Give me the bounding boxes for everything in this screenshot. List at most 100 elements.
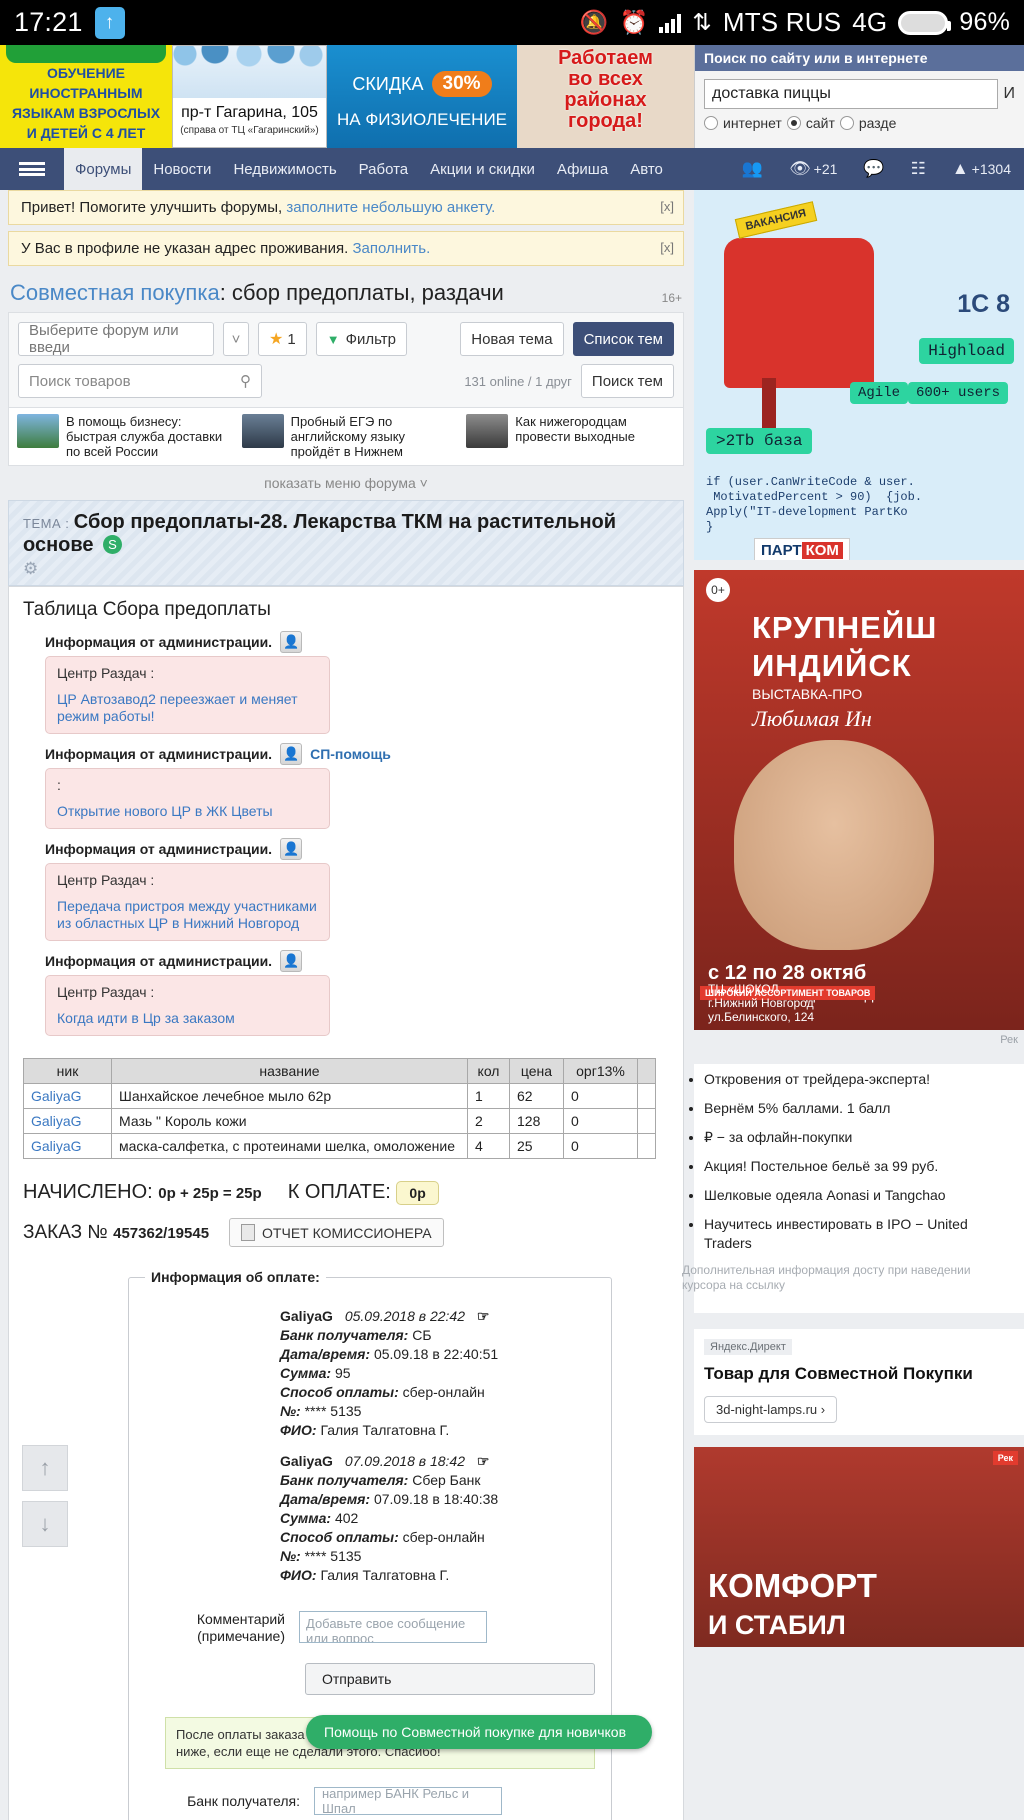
payment-2-dt-label: Дата/время:	[280, 1491, 371, 1507]
ad-job-partkom[interactable]: ВАКАНСИЯ 1С 8 Highload Agile 600+ users …	[694, 190, 1024, 560]
banner-language-school[interactable]: ОБУЧЕНИЕ ИНОСТРАННЫМ ЯЗЫКАМ ВЗРОСЛЫХ И Д…	[0, 45, 172, 148]
topic-list-button[interactable]: Список тем	[572, 322, 674, 356]
comment-textarea[interactable]: Добавьте свое сообщение или вопрос	[299, 1611, 487, 1643]
payment-1-card-value: **** 5135	[304, 1403, 362, 1419]
help-floating-button[interactable]: Помощь по Совместной покупке для новичко…	[306, 1715, 653, 1749]
radio-site-label: сайт	[805, 115, 835, 131]
nav-item-news[interactable]: Новости	[142, 148, 222, 190]
friends-icon[interactable]: 👥	[729, 148, 776, 190]
yandex-direct-title[interactable]: Товар для Совместной Покупки	[704, 1363, 1014, 1384]
filter-button[interactable]: ▼ Фильтр	[315, 322, 407, 356]
radio-internet[interactable]	[704, 116, 718, 130]
admin-message-4-link[interactable]: Когда идти в Цр за заказом	[57, 1010, 318, 1027]
nav-item-realty[interactable]: Недвижимость	[222, 148, 347, 190]
forum-select[interactable]: Выберите форум или введи	[18, 322, 214, 356]
list-item[interactable]: Откровения от трейдера-эксперта!	[704, 1070, 1014, 1089]
row-3-nick[interactable]: GaliyaG	[23, 1133, 112, 1159]
new-topic-button[interactable]: Новая тема	[460, 322, 564, 356]
list-item[interactable]: Научитесь инвестировать в IPO − United T…	[704, 1215, 1014, 1253]
gear-icon[interactable]: ⚙	[23, 559, 669, 579]
show-forum-menu-toggle[interactable]: показать меню форума ˅	[8, 466, 684, 500]
news-item-3[interactable]: Как нижегородцам провести выходные	[458, 408, 683, 465]
search-topics-button[interactable]: Поиск тем	[580, 364, 674, 398]
notice-survey-close[interactable]: [x]	[660, 199, 674, 214]
admin-message-1-who[interactable]: Центр Раздач :	[57, 665, 318, 681]
payment-2-method: Способ оплаты: сбер-онлайн	[280, 1528, 595, 1547]
banner-physio-discount[interactable]: СКИДКА 30% НА ФИЗИОЛЕЧЕНИЕ	[327, 45, 517, 148]
scroll-down-button[interactable]: ↓	[22, 1501, 68, 1547]
ad-comfort[interactable]: Рек КОМФОРТ И СТАБИЛ	[694, 1447, 1024, 1647]
row-3-nick-link[interactable]: GaliyaG	[31, 1138, 82, 1154]
nav-item-work[interactable]: Работа	[348, 148, 420, 190]
payment-2-dt: Дата/время: 07.09.18 в 18:40:38	[280, 1490, 595, 1509]
watch-eye-icon[interactable]: 👁 +21	[776, 148, 850, 190]
yandex-direct-domain-chip[interactable]: 3d-night-lamps.ru ›	[704, 1396, 838, 1423]
payment-1-header: GaliyaG 05.09.2018 в 22:42 ☞	[280, 1307, 595, 1326]
app-root: 17:21 ↑ 🔕 ⏰ ⇅ MTS RUS 4G 96% ОБУЧЕНИЕ ИН…	[0, 0, 1024, 1820]
admin-message-2-author-link[interactable]: СП-помощь	[310, 746, 391, 762]
notice-address-link[interactable]: Заполнить.	[352, 240, 430, 257]
col-kol: кол	[467, 1058, 510, 1084]
commissioner-report-button[interactable]: ОТЧЕТ КОМИССИОНЕРА	[229, 1218, 444, 1247]
ad-indian-expo[interactable]: 0+ КРУПНЕЙШ ИНДИЙСК ВЫСТАВКА-ПРО Любимая…	[694, 570, 1024, 1030]
radio-section[interactable]	[839, 116, 854, 130]
list-item[interactable]: Шелковые одеяла Aonasi и Tangchao	[704, 1186, 1014, 1205]
accrued-value: 0р + 25р = 25р	[158, 1185, 262, 1202]
site-search-input[interactable]: доставка пиццы	[704, 79, 998, 109]
order-number-block: ЗАКАЗ № 457362/19545	[23, 1222, 209, 1244]
nav-item-forums[interactable]: Форумы	[64, 148, 143, 190]
row-1-name: Шанхайское лечебное мыло 62р	[111, 1083, 468, 1109]
battery-icon	[898, 10, 952, 35]
payment-2-user[interactable]: GaliyaG	[280, 1453, 333, 1469]
payment-2-method-value: сбер-онлайн	[402, 1529, 485, 1545]
list-item[interactable]: Вернём 5% баллами. 1 балл	[704, 1099, 1014, 1118]
payment-1-card-label: №:	[280, 1403, 301, 1419]
payment-1-dt: Дата/время: 05.09.18 в 22:40:51	[280, 1345, 595, 1364]
admin-message-2-link[interactable]: Открытие нового ЦР в ЖК Цветы	[57, 803, 318, 820]
payment-1-user[interactable]: GaliyaG	[280, 1308, 333, 1324]
news-item-2[interactable]: Пробный ЕГЭ по английскому языку пройдёт…	[234, 408, 459, 465]
payment-1-bank-label: Банк получателя:	[280, 1327, 409, 1343]
apps-icon[interactable]: ☷	[898, 148, 939, 190]
bank-receiver-input[interactable]: например БАНК Рельс и Шпал	[314, 1786, 502, 1816]
favorites-button[interactable]: ★ 1	[258, 322, 307, 356]
payment-1-datetime: 05.09.2018 в 22:42	[344, 1308, 466, 1324]
hamburger-icon[interactable]	[0, 148, 64, 190]
row-1-nick[interactable]: GaliyaG	[23, 1083, 112, 1109]
admin-message-4-who[interactable]: Центр Раздач :	[57, 984, 318, 1000]
col-extra	[637, 1058, 656, 1084]
notice-survey-link[interactable]: заполните небольшую анкету.	[286, 199, 495, 216]
sp-rest: : сбор предоплаты, раздачи	[219, 280, 504, 305]
scroll-up-button[interactable]: ↑	[22, 1445, 68, 1491]
payment-2-card: №: **** 5135	[280, 1547, 595, 1566]
chevron-down-icon[interactable]: ˅	[223, 322, 249, 356]
admin-2-who-suffix: :	[57, 777, 61, 793]
row-2-nick[interactable]: GaliyaG	[23, 1108, 112, 1134]
radio-site[interactable]	[786, 116, 801, 130]
admin-message-3-link[interactable]: Передача пристроя между участниками из о…	[57, 898, 318, 932]
nav-item-auto[interactable]: Авто	[619, 148, 674, 190]
nav-item-afisha[interactable]: Афиша	[546, 148, 619, 190]
sp-link[interactable]: Совместная покупка	[10, 280, 220, 305]
row-1-nick-link[interactable]: GaliyaG	[31, 1088, 82, 1104]
rating-icon[interactable]: ▲ +1304	[939, 148, 1024, 190]
banner-line-3: ЯЗЫКАМ ВЗРОСЛЫХ	[11, 105, 161, 121]
data-transfer-icon: ⇅	[692, 9, 712, 35]
row-2-nick-link[interactable]: GaliyaG	[31, 1113, 82, 1129]
notice-address-close[interactable]: [x]	[660, 240, 674, 255]
admin-message-1-link[interactable]: ЦР Автозавод2 переезжает и меняет режим …	[57, 691, 318, 725]
banner-work-districts[interactable]: Работаем во всех районах города!	[517, 45, 694, 148]
payment-1-bank: Банк получателя: СБ	[280, 1326, 595, 1345]
banner-gagarina-address[interactable]: пр-т Гагарина, 105 (справа от ТЦ «Гагари…	[172, 45, 327, 148]
list-item[interactable]: ₽ − за офлайн-покупки	[704, 1128, 1014, 1147]
list-item[interactable]: Акция! Постельное бельё за 99 руб.	[704, 1157, 1014, 1176]
messages-icon[interactable]: 💬	[850, 148, 897, 190]
send-button[interactable]: Отправить	[305, 1663, 595, 1695]
row-1-org: 0	[563, 1083, 638, 1109]
admin-message-3-who[interactable]: Центр Раздач :	[57, 872, 318, 888]
search-goods-input[interactable]: Поиск товаров ⚲	[18, 364, 262, 398]
payment-2-fio-label: ФИО:	[280, 1567, 317, 1583]
nav-item-deals[interactable]: Акции и скидки	[419, 148, 546, 190]
news-item-1[interactable]: В помощь бизнесу: быстрая служба доставк…	[9, 408, 234, 465]
site-search-button[interactable]: И	[1004, 85, 1016, 103]
